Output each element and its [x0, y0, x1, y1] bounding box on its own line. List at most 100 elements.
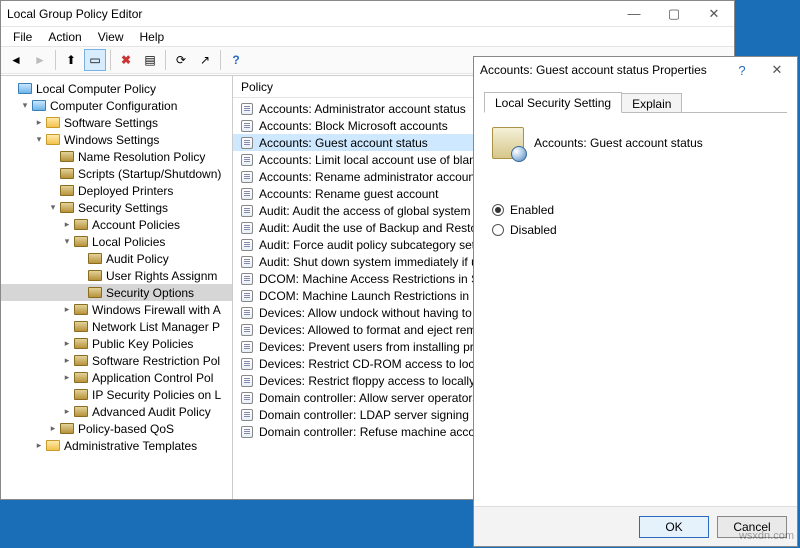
- export-button[interactable]: ↗: [194, 49, 216, 71]
- tree-item[interactable]: ▸ Software Restriction Pol: [1, 352, 232, 369]
- tree-twist-icon[interactable]: ▸: [47, 424, 59, 433]
- tree-item[interactable]: Audit Policy: [1, 250, 232, 267]
- policy-item-icon: [239, 102, 255, 116]
- folder-icon: [59, 184, 75, 198]
- menu-file[interactable]: File: [5, 28, 40, 46]
- tree-twist-icon[interactable]: ▸: [33, 118, 45, 127]
- policy-item-icon: [239, 425, 255, 439]
- policy-item-icon: [239, 187, 255, 201]
- folder-icon: [73, 320, 89, 334]
- tree-item[interactable]: ▾ Windows Settings: [1, 131, 232, 148]
- up-button[interactable]: ⬆: [60, 49, 82, 71]
- tree-item[interactable]: ▸Software Settings: [1, 114, 232, 131]
- policy-item-icon: [239, 306, 255, 320]
- tree-item[interactable]: Name Resolution Policy: [1, 148, 232, 165]
- tree-item-label: User Rights Assignm: [106, 269, 217, 283]
- help-button[interactable]: ?: [225, 49, 247, 71]
- tree-item[interactable]: ▸Account Policies: [1, 216, 232, 233]
- tree-twist-icon[interactable]: ▸: [61, 356, 73, 365]
- policy-row-label: DCOM: Machine Launch Restrictions in S: [259, 289, 480, 303]
- tab-explain[interactable]: Explain: [621, 93, 682, 112]
- tree-twist-icon[interactable]: ▸: [61, 220, 73, 229]
- policy-item-icon: [239, 289, 255, 303]
- tree-item-label: Network List Manager P: [92, 320, 220, 334]
- dialog-close-button[interactable]: ✕: [757, 59, 797, 81]
- tree-item[interactable]: ▸ Advanced Audit Policy: [1, 403, 232, 420]
- tree-item-label: Security Settings: [78, 201, 168, 215]
- delete-button[interactable]: ✖: [115, 49, 137, 71]
- close-button[interactable]: ✕: [694, 3, 734, 25]
- tree-twist-icon[interactable]: ▾: [47, 203, 59, 212]
- policy-row-label: Devices: Restrict CD-ROM access to local…: [259, 357, 486, 371]
- policy-item-icon: [239, 170, 255, 184]
- tree-item[interactable]: ▸Windows Firewall with A: [1, 301, 232, 318]
- fwd-button[interactable]: ►: [29, 49, 51, 71]
- dialog-policy-label: Accounts: Guest account status: [534, 136, 703, 150]
- properties-button[interactable]: ▤: [139, 49, 161, 71]
- folder-icon: [73, 371, 89, 385]
- tree-item[interactable]: Scripts (Startup/Shutdown): [1, 165, 232, 182]
- folder-icon: [59, 150, 75, 164]
- tree-item[interactable]: ▾ Computer Configuration: [1, 97, 232, 114]
- tree-item[interactable]: IP Security Policies on L: [1, 386, 232, 403]
- folder-icon: [59, 167, 75, 181]
- back-button[interactable]: ◄: [5, 49, 27, 71]
- tree-item[interactable]: Deployed Printers: [1, 182, 232, 199]
- folder-icon: [45, 439, 61, 453]
- tree-item-label: Advanced Audit Policy: [92, 405, 211, 419]
- menubar: File Action View Help: [1, 26, 734, 46]
- folder-icon: [31, 99, 47, 113]
- tree-item-label: Software Restriction Pol: [92, 354, 220, 368]
- tree-item[interactable]: Local Computer Policy: [1, 80, 232, 97]
- tree-item[interactable]: User Rights Assignm: [1, 267, 232, 284]
- policy-item-icon: [239, 357, 255, 371]
- tree-item-label: Audit Policy: [106, 252, 169, 266]
- policy-row-label: Domain controller: LDAP server signing r…: [259, 408, 483, 422]
- tree-item[interactable]: ▾Local Policies: [1, 233, 232, 250]
- policy-item-icon: [239, 255, 255, 269]
- folder-icon: [87, 286, 103, 300]
- tree-item[interactable]: ▸Application Control Pol: [1, 369, 232, 386]
- tree-twist-icon[interactable]: ▸: [33, 441, 45, 450]
- show-tree-button[interactable]: ▭: [84, 49, 106, 71]
- policy-row-label: Accounts: Rename guest account: [259, 187, 438, 201]
- tree-twist-icon[interactable]: ▸: [61, 305, 73, 314]
- tree-item-label: Deployed Printers: [78, 184, 173, 198]
- cancel-button[interactable]: Cancel: [717, 516, 787, 538]
- tree-item-label: IP Security Policies on L: [92, 388, 221, 402]
- tree-item-label: Computer Configuration: [50, 99, 177, 113]
- radio-disabled-indicator: [492, 224, 504, 236]
- policy-item-icon: [239, 221, 255, 235]
- policy-row-label: Accounts: Rename administrator account: [259, 170, 478, 184]
- radio-enabled[interactable]: Enabled: [492, 203, 779, 217]
- radio-disabled[interactable]: Disabled: [492, 223, 779, 237]
- radio-disabled-label: Disabled: [510, 223, 557, 237]
- tree-item[interactable]: ▸Administrative Templates: [1, 437, 232, 454]
- tree-item[interactable]: Security Options: [1, 284, 232, 301]
- menu-view[interactable]: View: [90, 28, 132, 46]
- ok-button[interactable]: OK: [639, 516, 709, 538]
- dialog-help-button[interactable]: ?: [727, 59, 757, 81]
- tree-twist-icon[interactable]: ▸: [61, 407, 73, 416]
- tree-twist-icon[interactable]: ▾: [61, 237, 73, 246]
- tree-item[interactable]: ▾ Security Settings: [1, 199, 232, 216]
- tree-pane[interactable]: Local Computer Policy ▾ Computer Configura…: [1, 76, 233, 499]
- main-titlebar: Local Group Policy Editor — ▢ ✕: [1, 1, 734, 26]
- tree-twist-icon[interactable]: ▸: [61, 339, 73, 348]
- tab-local-security-setting[interactable]: Local Security Setting: [484, 92, 622, 113]
- folder-icon: [73, 405, 89, 419]
- tree-item[interactable]: ▸ Policy-based QoS: [1, 420, 232, 437]
- tree-twist-icon[interactable]: ▾: [33, 135, 45, 144]
- tree-item-label: Policy-based QoS: [78, 422, 174, 436]
- menu-help[interactable]: Help: [132, 28, 173, 46]
- tree-twist-icon[interactable]: ▾: [19, 101, 31, 110]
- tree-twist-icon[interactable]: ▸: [61, 373, 73, 382]
- tree-item[interactable]: Network List Manager P: [1, 318, 232, 335]
- tree-item-label: Windows Settings: [64, 133, 159, 147]
- refresh-button[interactable]: ⟳: [170, 49, 192, 71]
- tree-item[interactable]: ▸Public Key Policies: [1, 335, 232, 352]
- maximize-button[interactable]: ▢: [654, 3, 694, 25]
- minimize-button[interactable]: —: [614, 3, 654, 25]
- menu-action[interactable]: Action: [40, 28, 89, 46]
- folder-icon: [87, 269, 103, 283]
